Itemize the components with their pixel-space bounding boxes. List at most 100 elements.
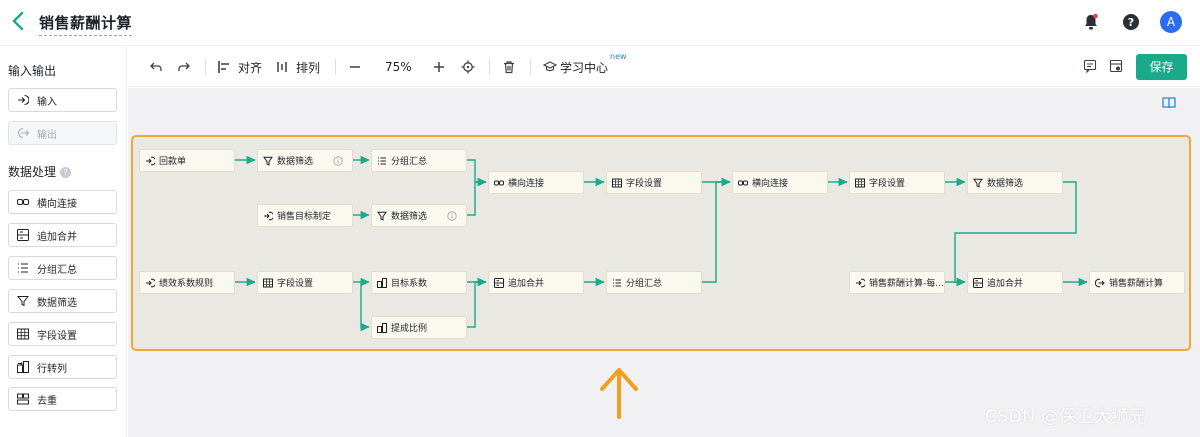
- field-settings-icon: [263, 278, 273, 287]
- node-field-settings[interactable]: 字段设置: [849, 171, 945, 194]
- input-icon: [264, 211, 273, 220]
- sidebar-item-label: 数据筛选: [37, 297, 77, 309]
- node-input-payments[interactable]: 回款单: [139, 149, 235, 172]
- filter-icon: [377, 211, 387, 221]
- avatar[interactable]: A: [1160, 11, 1182, 33]
- toolbar: 对齐 排列 75% 学习中心 new 保存: [128, 47, 1200, 87]
- field-settings-icon: [612, 178, 622, 187]
- locate-button[interactable]: [461, 57, 475, 77]
- top-bar: 销售薪酬计算 ? A: [0, 0, 1200, 46]
- group-icon: [18, 263, 28, 273]
- page-title[interactable]: 销售薪酬计算: [39, 12, 133, 36]
- node-filter[interactable]: 数据筛选: [967, 171, 1063, 194]
- filter-icon: [263, 156, 273, 166]
- arrange-icon: [277, 62, 287, 72]
- node-group[interactable]: 分组汇总: [371, 149, 467, 172]
- node-append[interactable]: 追加合并: [488, 271, 584, 294]
- node-join[interactable]: 横向连接: [488, 171, 584, 194]
- arrange-button[interactable]: 排列: [276, 57, 320, 77]
- node-group[interactable]: 分组汇总: [606, 271, 702, 294]
- sidebar-item-label: 追加合并: [37, 231, 77, 243]
- append-icon: [17, 229, 29, 241]
- sidebar-item-label: 行转列: [37, 363, 67, 375]
- redo-button[interactable]: [177, 57, 191, 77]
- new-badge: new: [610, 52, 627, 61]
- field-settings-icon: [17, 328, 29, 340]
- input-icon: [146, 278, 155, 287]
- join-icon: [738, 180, 748, 185]
- learning-center-button[interactable]: 学习中心: [543, 57, 608, 77]
- sidebar-item-label: 去重: [37, 395, 57, 407]
- sidebar-item-output[interactable]: 输出: [8, 121, 117, 145]
- minus-icon: [350, 66, 360, 68]
- delete-button[interactable]: [502, 57, 516, 77]
- filter-icon: [973, 178, 983, 188]
- dedupe-icon: [17, 393, 29, 405]
- sidebar-item-label: 横向连接: [37, 198, 77, 210]
- node-filter[interactable]: 数据筛选: [371, 204, 467, 227]
- notification-bell-icon[interactable]: [1081, 12, 1101, 32]
- node-append[interactable]: 追加合并: [967, 271, 1063, 294]
- zoom-in-button[interactable]: [432, 57, 446, 77]
- back-arrow-icon[interactable]: [8, 10, 30, 32]
- join-icon: [494, 180, 504, 185]
- node-join[interactable]: 横向连接: [732, 171, 828, 194]
- sidebar-item-label: 输出: [37, 129, 57, 141]
- group-icon: [378, 157, 386, 164]
- filter-icon: [17, 296, 29, 307]
- node-output-compensation[interactable]: 销售薪酬计算: [1089, 271, 1185, 294]
- info-icon[interactable]: [447, 211, 457, 221]
- pivot-icon: [17, 361, 29, 373]
- svg-text:?: ?: [1128, 16, 1134, 29]
- input-icon: [856, 278, 865, 287]
- append-icon: [973, 277, 983, 288]
- node-input-sales-targets[interactable]: 销售目标制定: [257, 204, 353, 227]
- preview-icon[interactable]: [1109, 59, 1123, 73]
- crosshair-icon: [461, 60, 475, 74]
- sidebar-item-append[interactable]: 追加合并: [8, 223, 117, 247]
- node-pivot[interactable]: 目标系数: [371, 271, 467, 294]
- output-icon: [17, 127, 29, 139]
- pivot-icon: [377, 322, 387, 333]
- align-button[interactable]: 对齐: [217, 57, 262, 77]
- trash-icon: [504, 61, 514, 74]
- node-input-performance-rules[interactable]: 绩效系数规则: [139, 271, 235, 294]
- join-icon: [17, 199, 29, 205]
- sidebar-item-label: 分组汇总: [37, 264, 77, 276]
- help-icon[interactable]: ?: [1121, 12, 1141, 32]
- sidebar-item-label: 输入: [37, 96, 57, 108]
- comment-icon[interactable]: [1083, 59, 1097, 73]
- node-filter[interactable]: 数据筛选: [257, 149, 353, 172]
- align-icon: [218, 61, 229, 73]
- sidebar-item-field-settings[interactable]: 字段设置: [8, 322, 117, 346]
- help-icon[interactable]: ?: [60, 167, 72, 178]
- node-field-settings[interactable]: 字段设置: [257, 271, 353, 294]
- sidebar-item-pivot[interactable]: 行转列: [8, 355, 117, 379]
- pivot-icon: [377, 277, 387, 288]
- sidebar-item-label: 字段设置: [37, 330, 77, 342]
- processing-section-title: 数据处理?: [8, 163, 72, 180]
- sidebar-item-dedupe[interactable]: 去重: [8, 387, 117, 411]
- undo-icon: [150, 62, 162, 71]
- sidebar-item-filter[interactable]: 数据筛选: [8, 289, 117, 313]
- redo-icon: [178, 62, 190, 71]
- sidebar-item-group[interactable]: 分组汇总: [8, 256, 117, 280]
- zoom-level: 75%: [385, 60, 412, 74]
- book-icon[interactable]: [1161, 95, 1177, 111]
- save-button[interactable]: 保存: [1136, 54, 1187, 80]
- sidebar-item-input[interactable]: 输入: [8, 88, 117, 112]
- field-settings-icon: [855, 178, 865, 187]
- input-icon: [18, 94, 29, 106]
- group-icon: [613, 279, 621, 286]
- node-field-settings[interactable]: 字段设置: [606, 171, 702, 194]
- undo-button[interactable]: [149, 57, 163, 77]
- node-input-compensation[interactable]: 销售薪酬计算-每...: [849, 271, 945, 294]
- append-icon: [494, 277, 504, 288]
- graduation-cap-icon: [543, 61, 557, 72]
- watermark: CSDN @保卫大狮兄: [985, 407, 1147, 427]
- output-icon: [1095, 278, 1105, 287]
- zoom-out-button[interactable]: [348, 57, 362, 77]
- sidebar-item-join[interactable]: 横向连接: [8, 190, 117, 214]
- node-pivot[interactable]: 提成比例: [371, 316, 467, 339]
- info-icon[interactable]: [333, 156, 343, 166]
